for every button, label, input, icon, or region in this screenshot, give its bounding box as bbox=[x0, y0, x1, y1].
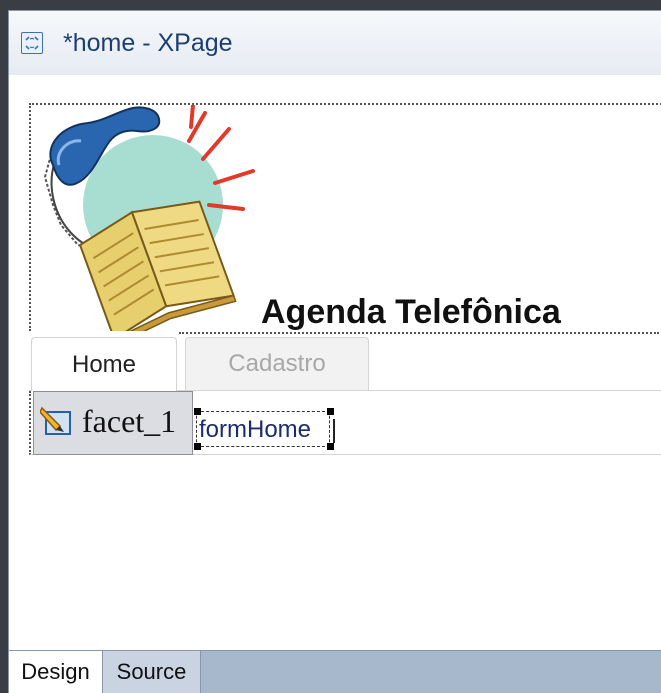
tabbed-panel: Home Cadastro bbox=[29, 333, 661, 391]
editor-title-bar[interactable]: *home - XPage bbox=[9, 11, 661, 76]
app-title: Agenda Telefônica bbox=[261, 293, 561, 331]
telephone-book-clipart[interactable] bbox=[33, 105, 263, 331]
resize-handle-sw[interactable] bbox=[194, 443, 201, 450]
tab-design[interactable]: Design bbox=[9, 651, 103, 693]
text-cursor bbox=[333, 419, 335, 443]
facet-label: facet_1 bbox=[82, 403, 177, 439]
editor-title: *home - XPage bbox=[63, 29, 233, 57]
resize-handle-ne[interactable] bbox=[327, 408, 334, 415]
design-canvas[interactable]: Agenda Telefônica Home Cadastro facet_1 … bbox=[9, 75, 661, 651]
facet-control[interactable]: facet_1 bbox=[33, 391, 193, 455]
tab-home[interactable]: Home bbox=[31, 337, 177, 391]
editor-view-tabs: Design Source bbox=[9, 650, 661, 693]
facet-row: facet_1 formHome bbox=[29, 391, 661, 455]
form-home-control[interactable]: formHome bbox=[196, 411, 335, 447]
tab-source[interactable]: Source bbox=[103, 651, 201, 693]
tab-cadastro[interactable]: Cadastro bbox=[185, 337, 369, 390]
xpage-editor-window: *home - XPage Agenda Telefônica Home Cad… bbox=[8, 10, 661, 693]
xpage-icon bbox=[21, 32, 43, 54]
resize-handle-nw[interactable] bbox=[194, 408, 201, 415]
resize-handle-se[interactable] bbox=[327, 443, 334, 450]
form-home-label: formHome bbox=[199, 416, 312, 443]
pencil-edit-icon bbox=[40, 406, 71, 435]
